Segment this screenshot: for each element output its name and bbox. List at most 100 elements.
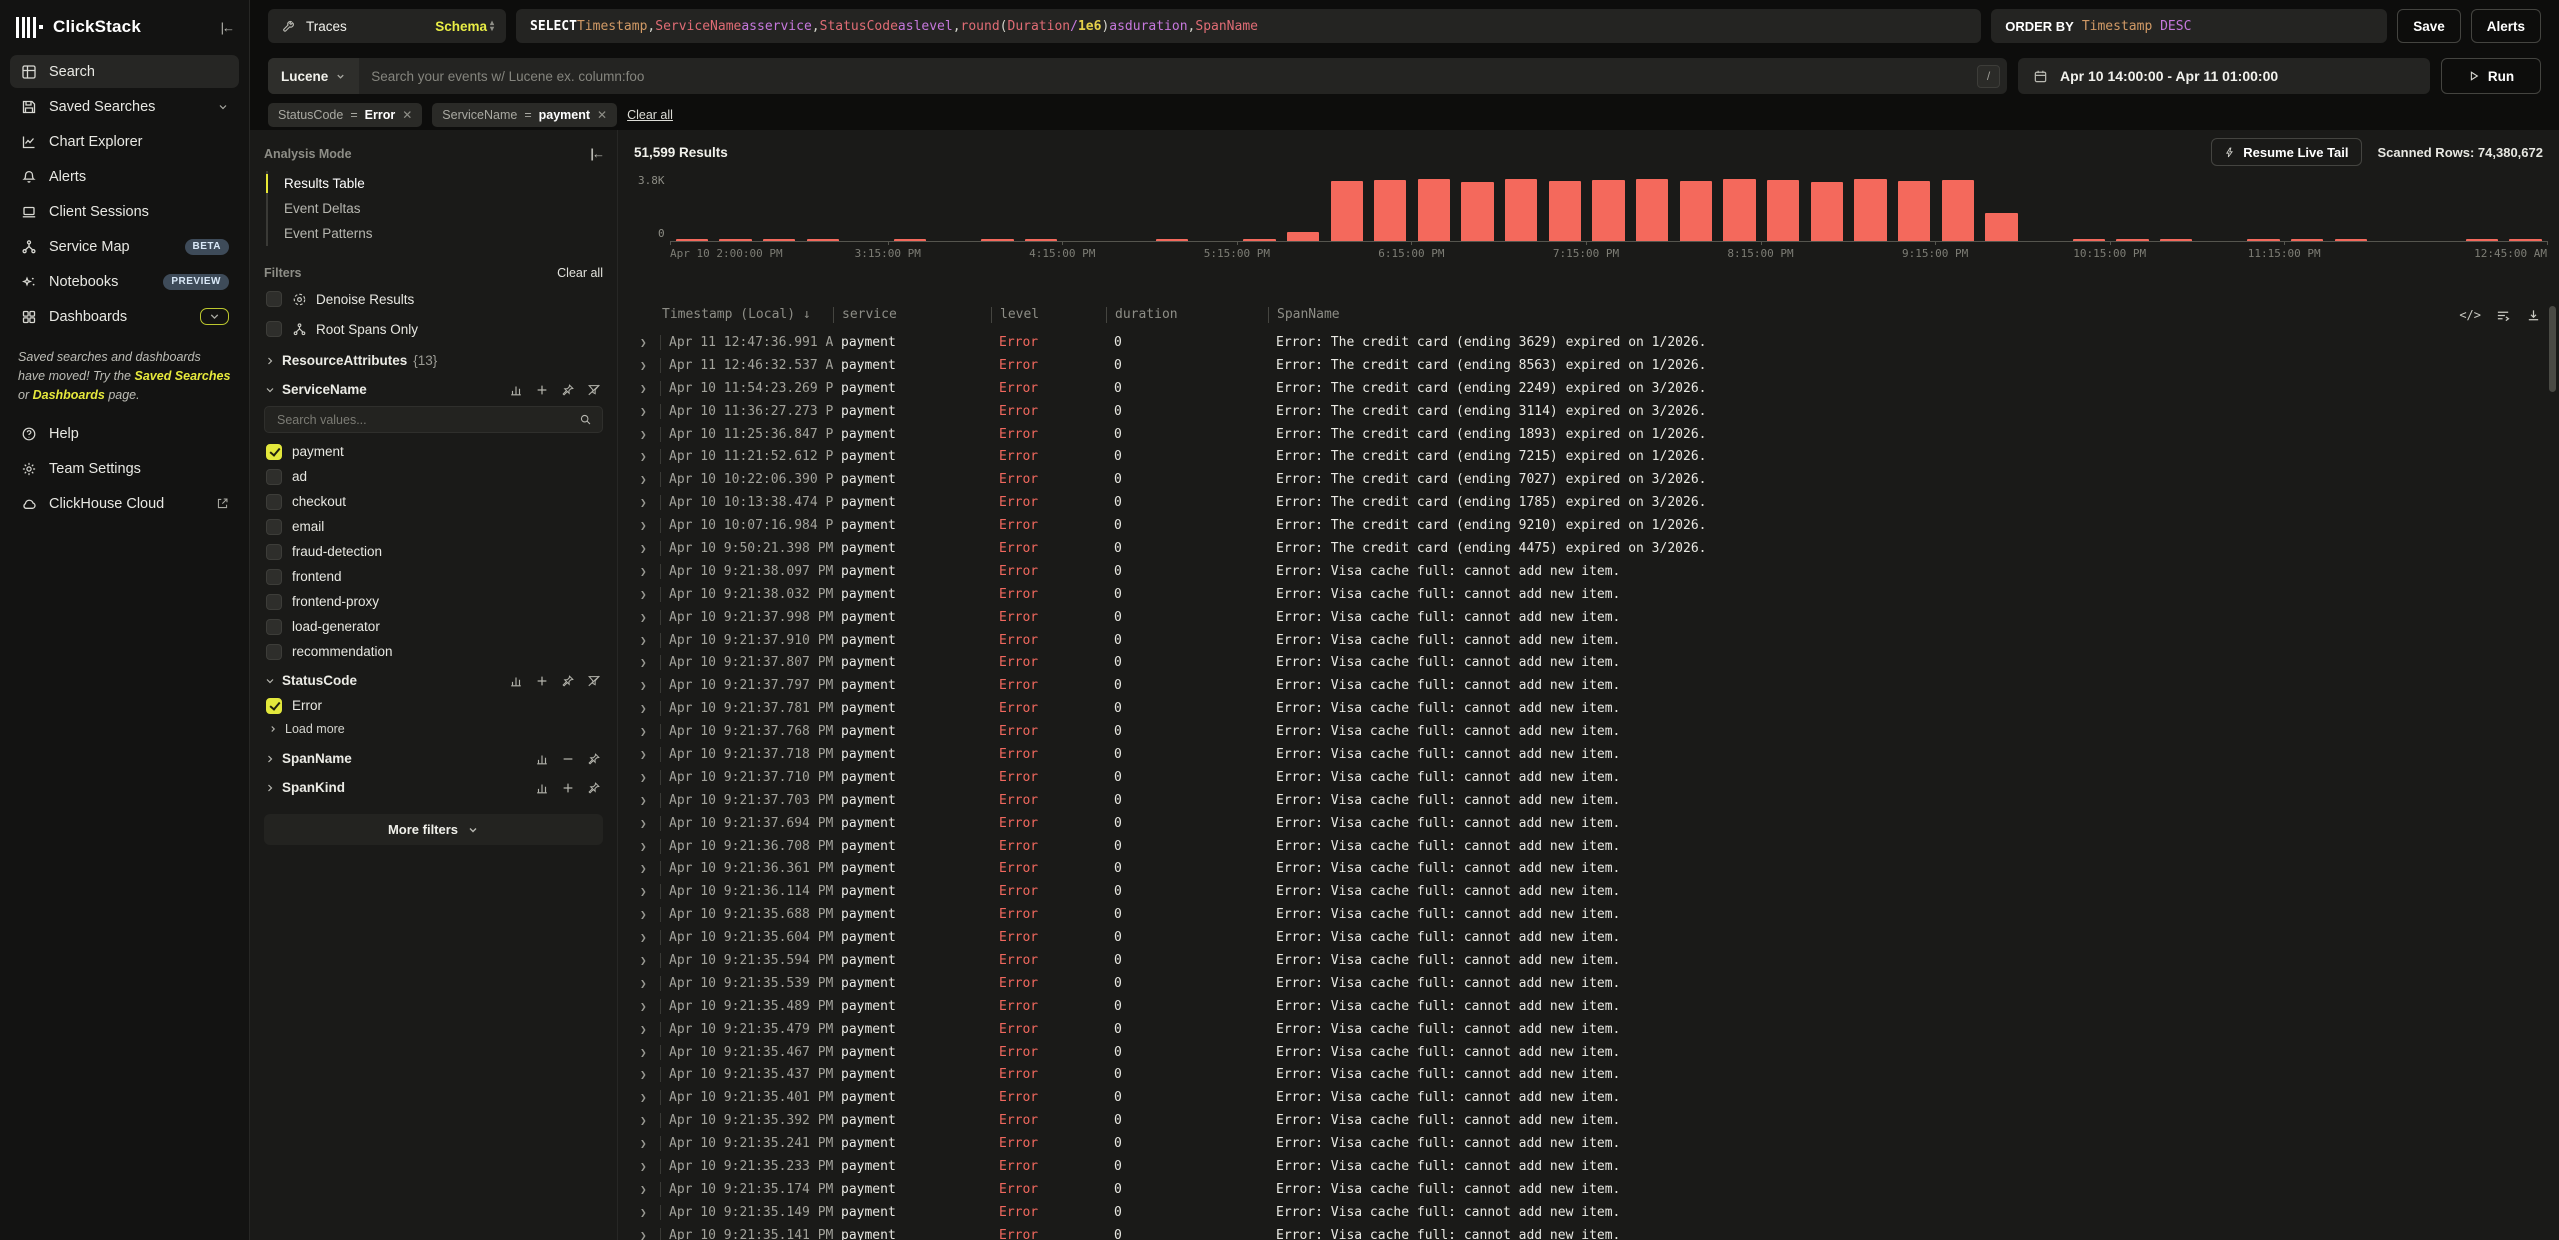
add-filter-icon[interactable]: [535, 383, 549, 397]
table-row[interactable]: ❯ Apr 10 9:21:36.361 PM payment Error 0 …: [634, 857, 2559, 880]
facet-value-row[interactable]: recommendation: [264, 639, 603, 664]
chart-facet-icon[interactable]: [509, 383, 523, 397]
table-row[interactable]: ❯ Apr 10 9:21:37.807 PM payment Error 0 …: [634, 651, 2559, 674]
row-expand-icon[interactable]: ❯: [634, 794, 660, 807]
service-name-group[interactable]: ServiceName: [264, 373, 603, 402]
table-row[interactable]: ❯ Apr 10 9:21:35.479 PM payment Error 0 …: [634, 1018, 2559, 1041]
dashboards-link[interactable]: Dashboards: [33, 388, 105, 402]
status-code-group[interactable]: StatusCode: [264, 664, 603, 693]
analysis-mode-option[interactable]: Event Deltas: [268, 196, 603, 221]
saved-searches-link[interactable]: Saved Searches: [135, 369, 231, 383]
filter-chip[interactable]: ServiceName = payment ✕: [432, 103, 617, 127]
row-expand-icon[interactable]: ❯: [634, 1000, 660, 1013]
table-row[interactable]: ❯ Apr 10 9:21:36.708 PM payment Error 0 …: [634, 835, 2559, 858]
save-button[interactable]: Save: [2397, 9, 2461, 43]
row-expand-icon[interactable]: ❯: [634, 405, 660, 418]
chart-facet-icon[interactable]: [535, 781, 549, 795]
table-row[interactable]: ❯ Apr 10 9:21:36.114 PM payment Error 0 …: [634, 880, 2559, 903]
row-expand-icon[interactable]: ❯: [634, 428, 660, 441]
sidebar-item-team-settings[interactable]: Team Settings: [10, 452, 239, 485]
row-expand-icon[interactable]: ❯: [634, 634, 660, 647]
denoise-checkbox[interactable]: [266, 291, 282, 307]
row-expand-icon[interactable]: ❯: [634, 588, 660, 601]
table-row[interactable]: ❯ Apr 10 9:21:35.467 PM payment Error 0 …: [634, 1041, 2559, 1064]
facet-value-row[interactable]: ad: [264, 464, 603, 489]
table-row[interactable]: ❯ Apr 10 10:07:16.984 PM payment Error 0…: [634, 514, 2559, 537]
table-row[interactable]: ❯ Apr 10 9:21:37.910 PM payment Error 0 …: [634, 629, 2559, 652]
row-expand-icon[interactable]: ❯: [634, 1183, 660, 1196]
row-expand-icon[interactable]: ❯: [634, 1046, 660, 1059]
row-expand-icon[interactable]: ❯: [634, 450, 660, 463]
table-row[interactable]: ❯ Apr 10 9:21:35.688 PM payment Error 0 …: [634, 903, 2559, 926]
facet-value-row[interactable]: frontend-proxy: [264, 589, 603, 614]
resource-attributes-group[interactable]: ResourceAttributes {13}: [264, 344, 603, 373]
sidebar-item-dashboards[interactable]: Dashboards: [10, 300, 239, 333]
table-row[interactable]: ❯ Apr 10 9:21:37.768 PM payment Error 0 …: [634, 720, 2559, 743]
facet-value-row[interactable]: Error: [264, 693, 603, 718]
chart-facet-icon[interactable]: [509, 674, 523, 688]
row-expand-icon[interactable]: ❯: [634, 862, 660, 875]
pin-icon[interactable]: [561, 674, 575, 688]
table-row[interactable]: ❯ Apr 10 9:21:35.489 PM payment Error 0 …: [634, 995, 2559, 1018]
facet-value-row[interactable]: checkout: [264, 489, 603, 514]
table-row[interactable]: ❯ Apr 10 9:21:38.097 PM payment Error 0 …: [634, 560, 2559, 583]
facet-checkbox[interactable]: [266, 494, 282, 510]
row-expand-icon[interactable]: ❯: [634, 840, 660, 853]
facet-value-row[interactable]: frontend: [264, 564, 603, 589]
sql-query[interactable]: SELECT Timestamp, ServiceName as service…: [516, 9, 1981, 43]
column-settings-icon[interactable]: [2496, 308, 2511, 323]
facet-value-row[interactable]: email: [264, 514, 603, 539]
row-expand-icon[interactable]: ❯: [634, 702, 660, 715]
col-level[interactable]: level: [991, 307, 1106, 323]
facet-value-row[interactable]: load-generator: [264, 614, 603, 639]
table-row[interactable]: ❯ Apr 10 9:21:35.594 PM payment Error 0 …: [634, 949, 2559, 972]
row-expand-icon[interactable]: ❯: [634, 473, 660, 486]
row-expand-icon[interactable]: ❯: [634, 1023, 660, 1036]
schema-button[interactable]: Schema ▴▾: [435, 19, 494, 34]
facet-checkbox[interactable]: [266, 594, 282, 610]
row-expand-icon[interactable]: ❯: [634, 931, 660, 944]
facet-search-input[interactable]: [275, 412, 579, 428]
analysis-mode-option[interactable]: Event Patterns: [268, 221, 603, 246]
facet-checkbox[interactable]: [266, 444, 282, 460]
sidebar-item-search[interactable]: Search: [10, 55, 239, 88]
table-row[interactable]: ❯ Apr 10 9:21:35.141 PM payment Error 0 …: [634, 1224, 2559, 1240]
download-icon[interactable]: [2526, 308, 2541, 323]
time-range-picker[interactable]: Apr 10 14:00:00 - Apr 11 01:00:00: [2018, 58, 2430, 94]
more-filters-button[interactable]: More filters: [264, 814, 603, 845]
search-input[interactable]: [359, 69, 1977, 84]
pin-icon[interactable]: [587, 781, 601, 795]
table-row[interactable]: ❯ Apr 10 11:21:52.612 PM payment Error 0…: [634, 445, 2559, 468]
table-row[interactable]: ❯ Apr 10 9:21:35.604 PM payment Error 0 …: [634, 926, 2559, 949]
row-expand-icon[interactable]: ❯: [634, 1137, 660, 1150]
load-more-button[interactable]: Load more: [264, 718, 603, 742]
filters-clear-all-link[interactable]: Clear all: [557, 266, 603, 280]
table-row[interactable]: ❯ Apr 10 11:36:27.273 PM payment Error 0…: [634, 400, 2559, 423]
row-expand-icon[interactable]: ❯: [634, 1114, 660, 1127]
row-expand-icon[interactable]: ❯: [634, 565, 660, 578]
row-expand-icon[interactable]: ❯: [634, 611, 660, 624]
table-row[interactable]: ❯ Apr 10 10:13:38.474 PM payment Error 0…: [634, 491, 2559, 514]
sidebar-collapse-icon[interactable]: |←: [221, 20, 233, 35]
pin-icon[interactable]: [587, 752, 601, 766]
remove-filter-icon[interactable]: [561, 752, 575, 766]
row-expand-icon[interactable]: ❯: [634, 1229, 660, 1240]
sidebar-item-clickhouse-cloud[interactable]: ClickHouse Cloud: [10, 487, 239, 520]
table-row[interactable]: ❯ Apr 10 9:21:37.710 PM payment Error 0 …: [634, 766, 2559, 789]
run-button[interactable]: Run: [2441, 58, 2541, 94]
col-service[interactable]: service: [833, 307, 991, 323]
row-expand-icon[interactable]: ❯: [634, 885, 660, 898]
query-language-selector[interactable]: Lucene: [268, 58, 359, 94]
code-view-icon[interactable]: </>: [2459, 308, 2481, 322]
table-row[interactable]: ❯ Apr 10 9:21:37.797 PM payment Error 0 …: [634, 674, 2559, 697]
add-filter-icon[interactable]: [535, 674, 549, 688]
col-timestamp[interactable]: Timestamp (Local) ↓: [660, 307, 833, 323]
chart-facet-icon[interactable]: [535, 752, 549, 766]
facet-checkbox[interactable]: [266, 519, 282, 535]
facet-checkbox[interactable]: [266, 619, 282, 635]
table-row[interactable]: ❯ Apr 10 9:21:35.401 PM payment Error 0 …: [634, 1086, 2559, 1109]
table-row[interactable]: ❯ Apr 10 9:21:35.149 PM payment Error 0 …: [634, 1201, 2559, 1224]
root-spans-toggle[interactable]: Root Spans Only: [264, 314, 603, 344]
row-expand-icon[interactable]: ❯: [634, 817, 660, 830]
order-by-input[interactable]: ORDER BY Timestamp DESC: [1991, 9, 2387, 43]
